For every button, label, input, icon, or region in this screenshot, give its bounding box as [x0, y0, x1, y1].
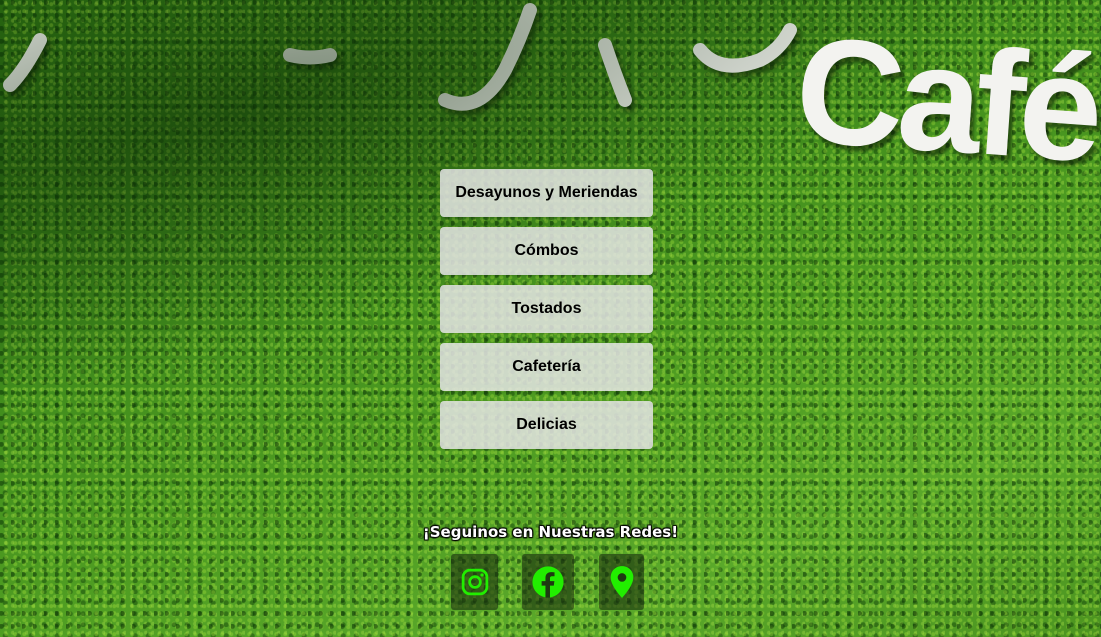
facebook-link[interactable] — [522, 554, 574, 610]
cafe-sign: Café — [790, 4, 1101, 194]
facebook-icon — [532, 566, 564, 598]
instagram-link[interactable] — [451, 554, 498, 610]
menu-button-delicias[interactable]: Delicias — [440, 401, 653, 449]
menu-button-cafeteria[interactable]: Cafetería — [440, 343, 653, 391]
menu-button-desayunos[interactable]: Desayunos y Meriendas — [440, 169, 653, 217]
social-title: ¡Seguinos en Nuestras Redes! — [422, 523, 679, 541]
instagram-icon — [461, 568, 488, 596]
location-pin-icon — [610, 566, 633, 598]
menu-nav: Desayunos y Meriendas Cómbos Tostados Ca… — [440, 169, 653, 449]
menu-button-combos[interactable]: Cómbos — [440, 227, 653, 275]
menu-button-tostados[interactable]: Tostados — [440, 285, 653, 333]
location-link[interactable] — [599, 554, 644, 610]
sign-script-lettering — [3, 3, 797, 111]
